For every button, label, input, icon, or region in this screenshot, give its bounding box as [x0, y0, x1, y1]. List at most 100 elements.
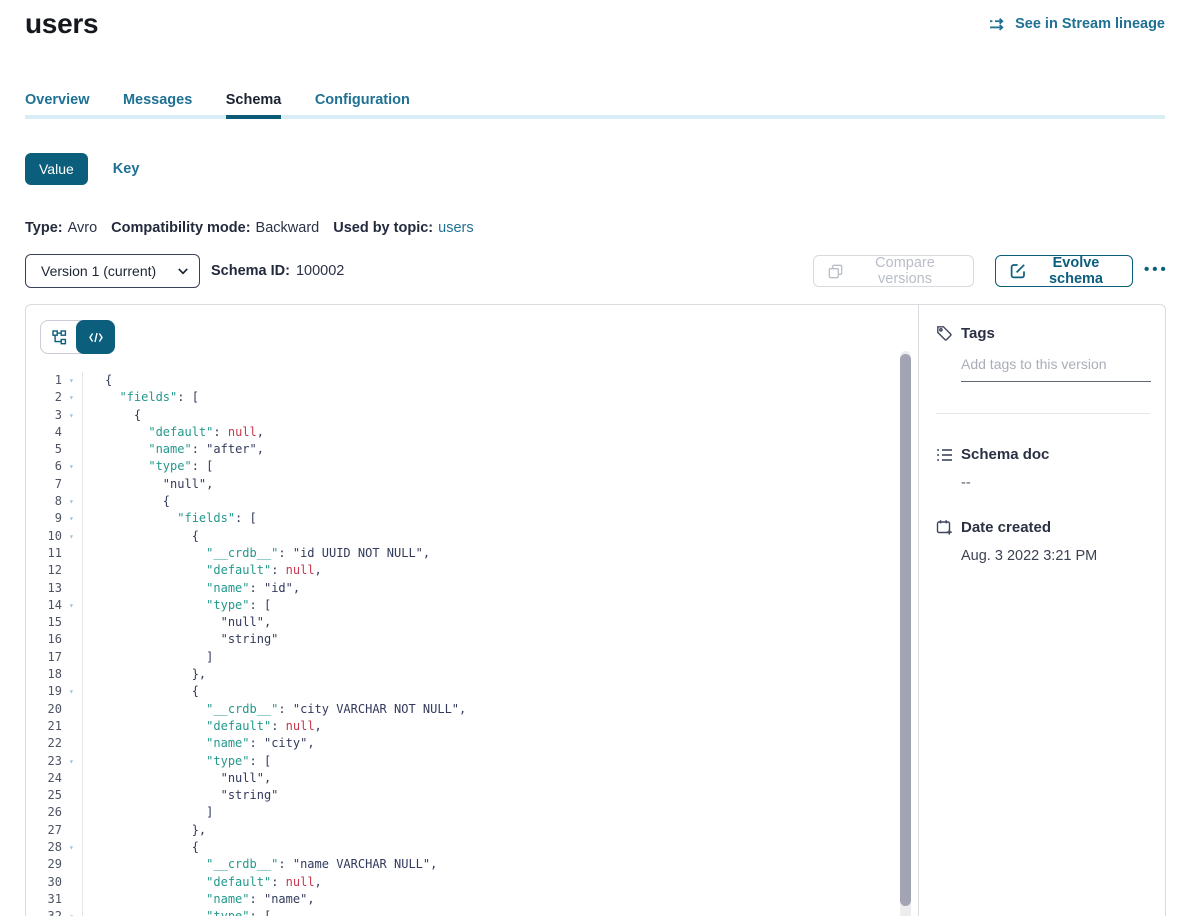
code-line: 22 "name": "city",	[26, 735, 918, 752]
fold-arrow-icon[interactable]: ▾	[62, 372, 82, 389]
schema-id: Schema ID:100002	[211, 254, 344, 288]
schema-doc-header: Schema doc	[936, 446, 1149, 463]
fold-arrow-icon[interactable]: ▾	[62, 908, 82, 916]
code-text: "type": [	[82, 908, 271, 916]
key-tab-link[interactable]: Key	[113, 161, 140, 177]
fold-arrow-icon[interactable]: ▾	[62, 389, 82, 406]
code-text: "fields": [	[82, 510, 257, 527]
line-number: 23	[26, 753, 62, 770]
tab-configuration[interactable]: Configuration	[315, 90, 410, 115]
code-line: 31 "name": "name",	[26, 891, 918, 908]
schema-code-panel: 1▾{2▾ "fields": [3▾ {4 "default": null,5…	[26, 305, 919, 916]
fold-gutter	[62, 787, 82, 804]
code-line: 21 "default": null,	[26, 718, 918, 735]
fold-gutter	[62, 649, 82, 666]
code-text: "null",	[82, 770, 271, 787]
code-text: {	[82, 407, 141, 424]
code-line: 30 "default": null,	[26, 874, 918, 891]
schema-doc-section: Schema doc --	[936, 446, 1149, 491]
value-tab-button[interactable]: Value	[25, 153, 88, 185]
tab-schema[interactable]: Schema	[226, 90, 282, 115]
code-line: 29 "__crdb__": "name VARCHAR NULL",	[26, 856, 918, 873]
topic-link[interactable]: users	[438, 220, 473, 236]
scrollbar-track[interactable]	[900, 351, 911, 916]
fold-gutter	[62, 770, 82, 787]
evolve-schema-icon	[1010, 263, 1026, 279]
line-number: 18	[26, 666, 62, 683]
add-tags-input[interactable]	[961, 356, 1151, 382]
fold-gutter	[62, 718, 82, 735]
compatibility-pair: Compatibility mode: Backward	[111, 220, 319, 236]
fold-gutter	[62, 874, 82, 891]
schema-doc-title: Schema doc	[961, 446, 1049, 463]
fold-arrow-icon[interactable]: ▾	[62, 683, 82, 700]
code-text: "default": null,	[82, 562, 322, 579]
code-line: 15 "null",	[26, 614, 918, 631]
schema-page: users See in Stream lineage Overview Mes…	[0, 0, 1189, 916]
code-text: "string"	[82, 787, 278, 804]
compare-versions-button[interactable]: Compare versions	[813, 255, 974, 287]
line-number: 6	[26, 458, 62, 475]
fold-gutter	[62, 424, 82, 441]
code-text: "fields": [	[82, 389, 199, 406]
fold-gutter	[62, 441, 82, 458]
code-line: 4 "default": null,	[26, 424, 918, 441]
line-number: 21	[26, 718, 62, 735]
line-number: 25	[26, 787, 62, 804]
fold-arrow-icon[interactable]: ▾	[62, 493, 82, 510]
line-number: 9	[26, 510, 62, 527]
code-text: "null",	[82, 476, 213, 493]
code-text: ]	[82, 649, 213, 666]
fold-arrow-icon[interactable]: ▾	[62, 597, 82, 614]
stream-lineage-icon	[989, 18, 1008, 31]
code-line: 9▾ "fields": [	[26, 510, 918, 527]
view-toggle	[40, 320, 115, 354]
fold-arrow-icon[interactable]: ▾	[62, 407, 82, 424]
chevron-down-icon	[178, 268, 187, 277]
stream-lineage-label: See in Stream lineage	[1015, 16, 1165, 32]
code-text: "name": "after",	[82, 441, 264, 458]
date-created-value: Aug. 3 2022 3:21 PM	[961, 548, 1149, 564]
schema-id-label: Schema ID:	[211, 263, 290, 279]
fold-gutter	[62, 614, 82, 631]
code-text: {	[82, 839, 199, 856]
schema-doc-icon	[936, 447, 953, 463]
line-number: 2	[26, 389, 62, 406]
tags-section-header: Tags	[936, 325, 1149, 342]
fold-arrow-icon[interactable]: ▾	[62, 458, 82, 475]
schema-details-sidebar: Tags Schema doc --	[920, 305, 1165, 916]
evolve-schema-button[interactable]: Evolve schema	[995, 255, 1133, 287]
code-view-button[interactable]	[76, 320, 115, 354]
code-text: "__crdb__": "city VARCHAR NOT NULL",	[82, 701, 466, 718]
tab-messages[interactable]: Messages	[123, 90, 192, 115]
fold-gutter	[62, 666, 82, 683]
fold-arrow-icon[interactable]: ▾	[62, 528, 82, 545]
line-number: 4	[26, 424, 62, 441]
line-number: 10	[26, 528, 62, 545]
line-number: 30	[26, 874, 62, 891]
line-number: 12	[26, 562, 62, 579]
line-number: 7	[26, 476, 62, 493]
value-key-toggle: Value Key	[25, 153, 139, 185]
controls-row: Version 1 (current) Schema ID:100002 Com…	[0, 254, 1189, 288]
schema-json-viewer: 1▾{2▾ "fields": [3▾ {4 "default": null,5…	[26, 372, 918, 916]
schema-panel: 1▾{2▾ "fields": [3▾ {4 "default": null,5…	[25, 304, 1166, 916]
fold-arrow-icon[interactable]: ▾	[62, 510, 82, 527]
tab-overview[interactable]: Overview	[25, 90, 90, 115]
code-text: "type": [	[82, 458, 213, 475]
tree-view-button[interactable]	[41, 321, 78, 353]
fold-arrow-icon[interactable]: ▾	[62, 839, 82, 856]
code-line: 27 },	[26, 822, 918, 839]
fold-gutter	[62, 476, 82, 493]
stream-lineage-link[interactable]: See in Stream lineage	[989, 16, 1165, 32]
page-title: users	[25, 8, 98, 40]
compatibility-value: Backward	[256, 220, 320, 236]
line-number: 19	[26, 683, 62, 700]
code-line: 19▾ {	[26, 683, 918, 700]
type-label: Type:	[25, 220, 63, 236]
version-select[interactable]: Version 1 (current)	[25, 254, 200, 288]
more-options-button[interactable]: •••	[1144, 254, 1169, 286]
code-text: {	[82, 372, 112, 389]
fold-arrow-icon[interactable]: ▾	[62, 753, 82, 770]
scrollbar-thumb[interactable]	[900, 354, 911, 906]
